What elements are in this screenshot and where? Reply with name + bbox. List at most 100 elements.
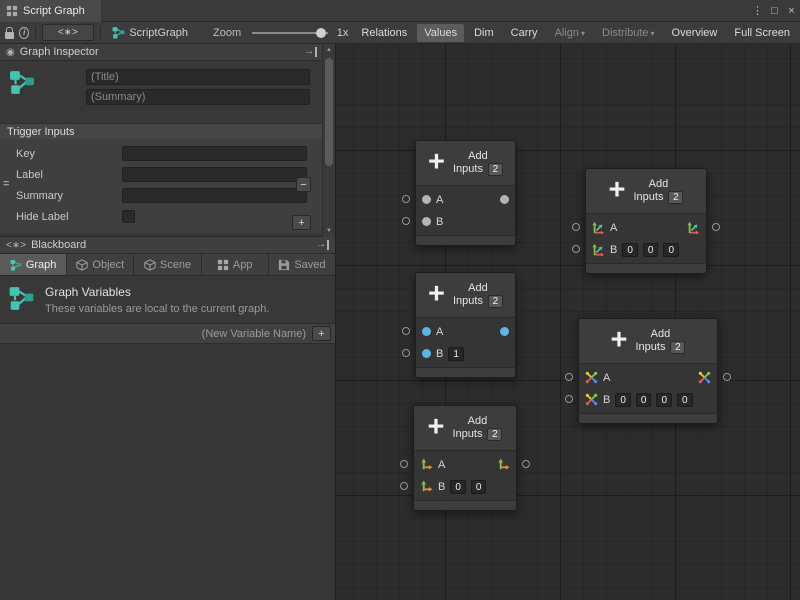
value-field[interactable]: 0 [636,393,652,407]
remove-trigger-input-button[interactable]: − [296,177,311,192]
zoom-slider-handle[interactable] [316,28,326,38]
node-add-inputs-vector3[interactable]: + Add Inputs 2 A B 0 0 [585,168,707,274]
edit-graph-button[interactable]: <∗> [42,24,93,41]
input-port-a[interactable] [400,460,408,468]
reorder-handle-icon[interactable]: = [3,178,9,190]
float-port-icon [500,327,509,336]
graph-variables-description: These variables are local to the current… [45,303,269,315]
new-variable-row: + [0,323,335,344]
fullscreen-button[interactable]: Full Screen [727,24,797,42]
dock-icon[interactable]: → [316,240,329,250]
input-port-b[interactable] [402,349,410,357]
vector4-icon [585,371,598,384]
value-field[interactable]: 1 [448,347,464,361]
tab-app[interactable]: App [202,254,269,275]
value-field[interactable]: 0 [663,243,679,257]
label-input[interactable] [122,167,307,182]
label-label: Label [16,169,116,181]
graph-summary-input[interactable] [86,89,310,105]
output-port[interactable] [723,373,731,381]
graph-asset-name: ScriptGraph [129,27,188,39]
key-label: Key [16,148,116,160]
relations-button[interactable]: Relations [354,24,414,42]
lock-icon[interactable] [3,24,16,42]
input-port-a[interactable] [565,373,573,381]
input-count-field[interactable]: 2 [487,428,502,441]
port-row-a: A [422,323,509,340]
vector3-icon [592,221,605,234]
port-row-a: A [592,219,700,236]
value-field[interactable]: 0 [656,393,672,407]
add-variable-button[interactable]: + [312,326,331,341]
info-icon[interactable]: i [19,27,29,39]
summary-input[interactable] [122,188,307,203]
input-port-b[interactable] [402,217,410,225]
values-button[interactable]: Values [417,24,464,42]
port-row-b: B 0 0 0 0 [585,391,711,408]
carry-button[interactable]: Carry [504,24,545,42]
graph-breadcrumb[interactable]: ScriptGraph [112,26,188,39]
vector2-icon [497,458,510,471]
input-port-b[interactable] [572,245,580,253]
inspector-scrollbar[interactable]: ▲ ▼ [322,44,335,237]
script-graph-icon [6,5,18,17]
scrollbar-thumb[interactable] [325,58,333,166]
maximize-icon[interactable]: □ [766,5,783,17]
tab-graph[interactable]: Graph [0,254,67,275]
tab-saved[interactable]: Saved [269,254,335,275]
port-row-a: A [420,456,510,473]
overview-button[interactable]: Overview [665,24,725,42]
distribute-dropdown[interactable]: Distribute▾ [595,24,661,42]
key-input[interactable] [122,146,307,161]
toolbar-separator [100,26,101,40]
add-trigger-input-button[interactable]: + [292,215,311,230]
window-tab[interactable]: Script Graph [0,0,101,22]
value-field[interactable]: 0 [471,480,487,494]
value-field[interactable]: 0 [677,393,693,407]
tab-object[interactable]: Object [67,254,134,275]
object-cube-icon [76,259,88,271]
node-add-inputs-vector2[interactable]: + Add Inputs 2 A B 0 0 [413,405,517,511]
value-field[interactable]: 0 [450,480,466,494]
graph-title-input[interactable] [86,69,310,85]
input-count-field[interactable]: 2 [488,295,503,308]
inspector-icon: ◉ [6,47,15,58]
hide-label-checkbox[interactable] [122,210,135,223]
input-count-field[interactable]: 2 [670,341,685,354]
vector3-icon [592,243,605,256]
input-port-a[interactable] [402,327,410,335]
value-field[interactable]: 0 [643,243,659,257]
value-field[interactable]: 0 [615,393,631,407]
input-port-a[interactable] [572,223,580,231]
close-icon[interactable]: × [783,5,800,17]
zoom-slider[interactable] [252,27,328,39]
input-count-field[interactable]: 2 [488,163,503,176]
input-port-b[interactable] [400,482,408,490]
tab-scene[interactable]: Scene [134,254,201,275]
script-graph-window: Script Graph ⋮ □ × i <∗> ScriptGraph Zoo… [0,0,800,600]
graph-inspector-header: ◉ Graph Inspector → [0,44,335,61]
add-icon: + [428,414,445,440]
dock-icon[interactable]: → [304,47,317,57]
input-port-a[interactable] [402,195,410,203]
graph-canvas[interactable]: + Add Inputs 2 A B [335,44,800,600]
input-count-field[interactable]: 2 [668,191,683,204]
graph-type-icon [8,69,36,95]
new-variable-input[interactable] [8,328,306,340]
node-add-inputs-vector4[interactable]: + Add Inputs 2 A B 0 0 [578,318,718,424]
window-menu-icon[interactable]: ⋮ [749,4,766,17]
float-port-icon [422,327,431,336]
scroll-up-icon[interactable]: ▲ [323,47,335,53]
object-port-icon [422,195,431,204]
node-add-inputs-float[interactable]: + Add Inputs 2 A B 1 [415,272,516,378]
scroll-down-icon[interactable]: ▼ [323,228,335,234]
node-add-inputs-object[interactable]: + Add Inputs 2 A B [415,140,516,246]
align-dropdown[interactable]: Align▾ [548,24,592,42]
dim-button[interactable]: Dim [467,24,501,42]
graph-variables-icon [8,285,35,311]
input-port-b[interactable] [565,395,573,403]
output-port[interactable] [522,460,530,468]
output-port[interactable] [712,223,720,231]
float-port-icon [422,349,431,358]
value-field[interactable]: 0 [622,243,638,257]
